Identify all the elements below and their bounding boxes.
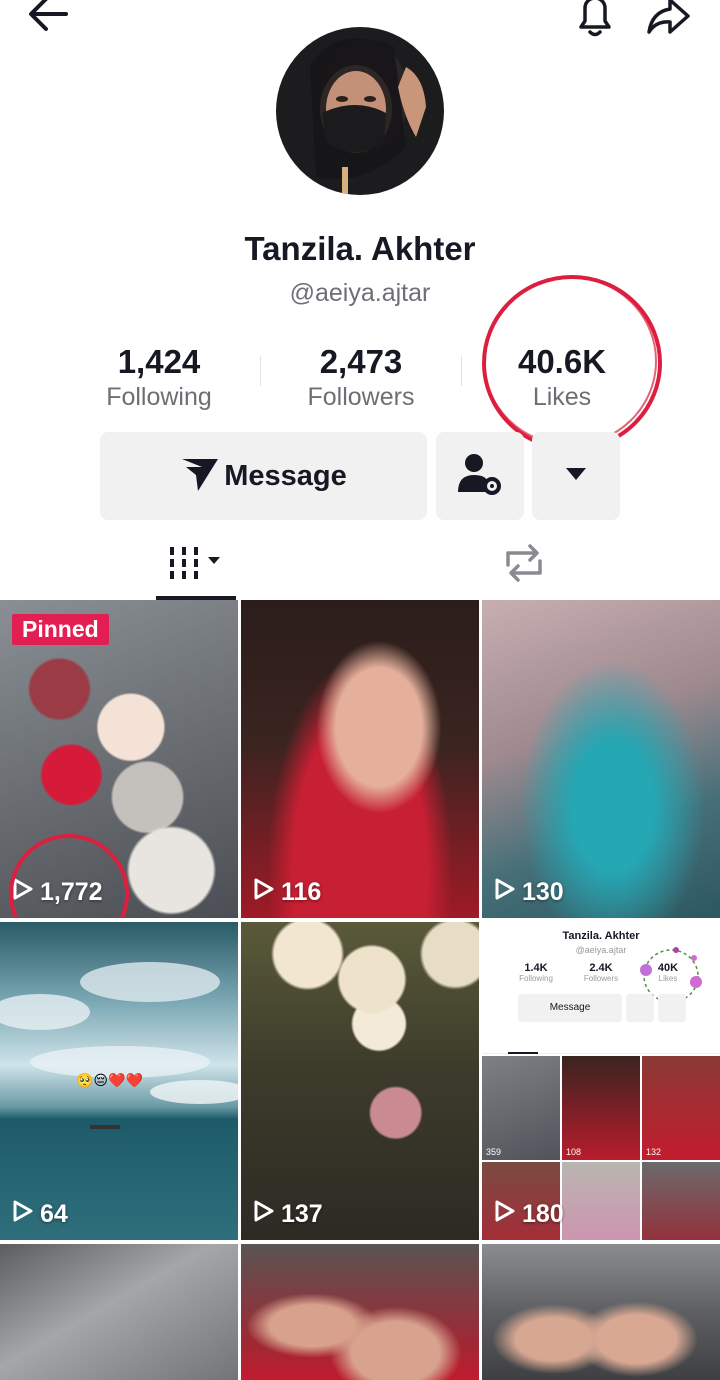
view-count-value: 116 — [281, 878, 322, 906]
view-count: 137 — [253, 1199, 323, 1230]
video-thumbnail[interactable] — [0, 1244, 238, 1380]
user-settings-icon — [456, 450, 504, 503]
embedded-stat-following: 1.4K Following — [506, 962, 566, 983]
play-icon — [494, 1199, 522, 1230]
embedded-followers-label: Followers — [583, 974, 619, 983]
view-count: 116 — [253, 877, 321, 908]
embedded-thumbnail: 359 — [482, 1056, 560, 1160]
view-count-value: 180 — [522, 1200, 564, 1228]
view-count-value: 1,772 — [40, 878, 103, 906]
back-arrow-icon[interactable] — [26, 0, 72, 34]
likes-count: 40.6K — [517, 343, 607, 380]
view-count-value: 137 — [281, 1200, 323, 1228]
profile-handle: @aeiya.ajtar — [289, 279, 431, 307]
view-count: 130 — [494, 877, 564, 908]
profile-name: Tanzila. Akhter — [244, 230, 476, 267]
embedded-thumb-views: 132 — [646, 1147, 662, 1157]
stat-divider — [260, 356, 261, 386]
video-thumbnail[interactable] — [482, 1244, 720, 1380]
stat-followers[interactable]: 2,473 Followers — [271, 342, 451, 412]
svg-text:🥺😔❤️❤️: 🥺😔❤️❤️ — [76, 1072, 143, 1088]
pinned-badge: Pinned — [12, 614, 109, 645]
caret-down-icon — [565, 467, 587, 486]
embedded-stat-followers: 2.4K Followers — [571, 962, 631, 983]
video-grid-icon — [166, 543, 226, 588]
embedded-tabs — [482, 1028, 720, 1054]
following-label: Following — [106, 383, 212, 411]
followers-label: Followers — [307, 383, 415, 411]
stat-divider — [461, 356, 462, 386]
view-count: 180 — [494, 1199, 564, 1230]
embedded-thumbnail — [562, 1162, 640, 1240]
embedded-following-count: 1.4K — [524, 962, 548, 974]
embedded-thumb-views: 359 — [486, 1147, 502, 1157]
message-button-label: Message — [224, 459, 347, 492]
repost-icon — [502, 543, 546, 588]
stat-likes[interactable]: 40.6K Likes — [472, 342, 652, 412]
embedded-thumbnail: 132 — [642, 1056, 720, 1160]
video-grid: Pinned 1,772 116 130 🥺😔❤️❤️ 64 137 Tanzi… — [0, 600, 720, 1380]
tab-reposts[interactable] — [484, 530, 564, 600]
play-icon — [12, 1199, 40, 1230]
view-count: 1,772 — [12, 877, 103, 908]
likes-label: Likes — [532, 383, 592, 411]
embedded-following-label: Following — [519, 974, 553, 983]
embedded-thumb-views: 108 — [566, 1147, 582, 1157]
video-thumbnail[interactable]: 116 — [241, 600, 479, 918]
embedded-name: Tanzila. Akhter — [562, 930, 640, 942]
send-icon — [180, 455, 220, 498]
embedded-thumbnail: 108 — [562, 1056, 640, 1160]
embedded-message-button: Message — [518, 994, 622, 1022]
video-thumbnail[interactable] — [241, 1244, 479, 1380]
share-icon[interactable] — [644, 0, 692, 38]
play-icon — [253, 1199, 281, 1230]
embedded-followers-count: 2.4K — [589, 962, 613, 974]
video-thumbnail[interactable]: Pinned 1,772 — [0, 600, 238, 918]
embedded-follow-button — [626, 994, 654, 1022]
video-thumbnail[interactable]: 130 — [482, 600, 720, 918]
bell-icon[interactable] — [572, 0, 618, 40]
more-options-button[interactable] — [532, 432, 620, 520]
view-count-value: 64 — [40, 1200, 68, 1228]
play-icon — [494, 877, 522, 908]
sky-clouds-image: 🥺😔❤️❤️ — [0, 962, 238, 1129]
stat-following[interactable]: 1,424 Following — [69, 342, 249, 412]
view-count: 64 — [12, 1199, 68, 1230]
embedded-more-button — [658, 994, 686, 1022]
followers-count: 2,473 — [319, 343, 403, 380]
following-count: 1,424 — [117, 343, 201, 380]
avatar[interactable] — [276, 27, 444, 195]
video-thumbnail[interactable]: Tanzila. Akhter @aeiya.ajtar 1.4K Follow… — [482, 922, 720, 1240]
play-icon — [253, 877, 281, 908]
view-count-value: 130 — [522, 878, 564, 906]
embedded-profile-screenshot: Tanzila. Akhter @aeiya.ajtar 1.4K Follow… — [482, 922, 720, 1240]
play-icon — [12, 877, 40, 908]
message-button[interactable]: Message — [100, 432, 427, 520]
embedded-thumbnail — [642, 1162, 720, 1240]
profile-tabs — [0, 530, 720, 600]
video-thumbnail[interactable]: 🥺😔❤️❤️ 64 — [0, 922, 238, 1240]
follow-settings-button[interactable] — [436, 432, 524, 520]
tab-videos[interactable] — [156, 530, 236, 600]
video-thumbnail[interactable]: 137 — [241, 922, 479, 1240]
